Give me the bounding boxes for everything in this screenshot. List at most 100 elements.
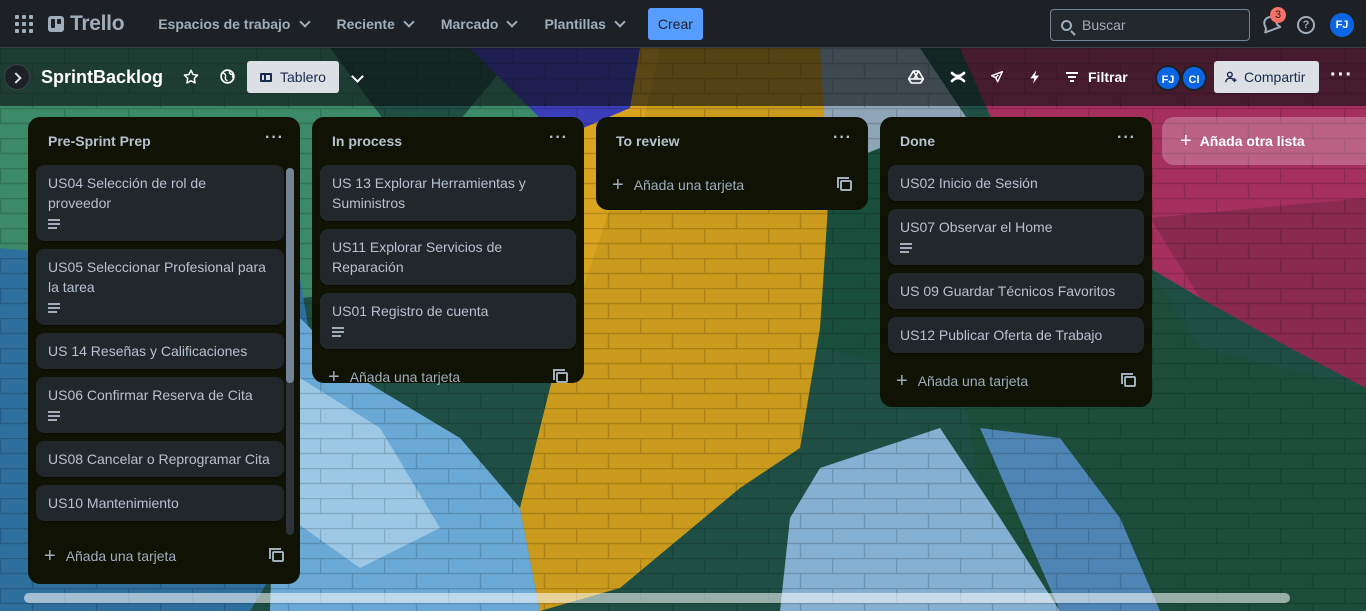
card[interactable]: US06 Confirmar Reserva de Cita — [36, 377, 284, 433]
card[interactable]: US04 Selección de rol de proveedor — [36, 165, 284, 241]
card[interactable]: US02 Inicio de Sesión — [888, 165, 1144, 201]
create-button[interactable]: Crear — [647, 7, 703, 40]
app-switcher-icon[interactable] — [12, 12, 36, 36]
card-title: US08 Cancelar o Reprogramar Cita — [48, 451, 270, 467]
plus-icon: + — [896, 370, 908, 392]
list-header: In process ··· — [320, 117, 576, 165]
plus-icon: + — [612, 174, 624, 196]
card-template-icon[interactable] — [553, 368, 568, 383]
add-card-label: Añada una tarjeta — [633, 177, 745, 193]
user-avatar[interactable]: FJ — [1330, 13, 1354, 37]
plus-icon: + — [1180, 130, 1192, 152]
card-template-icon[interactable] — [269, 547, 284, 562]
list-menu-icon[interactable]: ··· — [549, 129, 568, 147]
search-icon — [1061, 19, 1072, 31]
add-card-label: Añada una tarjeta — [917, 373, 1029, 389]
list-title[interactable]: In process — [332, 133, 402, 149]
list-menu-icon[interactable]: ··· — [833, 129, 852, 147]
card-title: US01 Registro de cuenta — [332, 303, 489, 319]
globe-icon[interactable] — [219, 68, 236, 85]
chevron-down-icon — [506, 15, 519, 28]
share-label: Compartir — [1244, 69, 1306, 85]
chevron-down-icon — [298, 15, 311, 28]
plus-icon: + — [44, 545, 56, 567]
add-list-label: Añada otra lista — [1199, 133, 1305, 149]
list-menu-icon[interactable]: ··· — [265, 129, 284, 147]
list-title[interactable]: Pre-Sprint Prep — [48, 133, 151, 149]
card-title: US 09 Guardar Técnicos Favoritos — [900, 283, 1116, 299]
board-view-button[interactable]: Tablero — [247, 61, 339, 93]
card[interactable]: US 09 Guardar Técnicos Favoritos — [888, 273, 1144, 309]
board-view-icon — [260, 72, 272, 82]
member-avatar-fj[interactable]: FJ — [1155, 65, 1181, 91]
google-drive-icon[interactable] — [908, 69, 924, 85]
board-title[interactable]: SprintBacklog — [41, 67, 163, 88]
card-title: US10 Mantenimiento — [48, 495, 179, 511]
filter-icon — [1066, 72, 1078, 82]
card[interactable]: US 14 Reseñas y Calificaciones — [36, 333, 284, 369]
add-card-button[interactable]: + Añada una tarjeta — [604, 165, 860, 205]
list-in-process: In process ··· US 13 Explorar Herramient… — [312, 117, 584, 387]
card[interactable]: US 13 Explorar Herramientas y Suministro… — [320, 165, 576, 221]
card[interactable]: US10 Mantenimiento — [36, 485, 284, 521]
trello-logo[interactable]: Trello — [48, 11, 125, 36]
share-button[interactable]: Compartir — [1214, 61, 1319, 93]
card[interactable]: US05 Seleccionar Profesional para la tar… — [36, 249, 284, 325]
confluence-icon[interactable] — [950, 69, 966, 85]
add-card-label: Añada una tarjeta — [349, 369, 461, 385]
list-header: Done ··· — [888, 117, 1144, 165]
card[interactable]: US12 Publicar Oferta de Trabajo — [888, 317, 1144, 353]
list-pre-sprint-prep: Pre-Sprint Prep ··· US04 Selección de ro… — [28, 117, 300, 584]
description-icon — [48, 303, 60, 313]
card[interactable]: US07 Observar el Home — [888, 209, 1144, 265]
card[interactable]: US08 Cancelar o Reprogramar Cita — [36, 441, 284, 477]
list-header: To review ··· — [604, 117, 860, 165]
list-menu-icon[interactable]: ··· — [1117, 129, 1136, 147]
chevron-down-icon — [403, 15, 415, 28]
board-header: SprintBacklog Tablero Filtrar FJ CI Comp… — [0, 48, 1366, 106]
nav-label: Espacios de trabajo — [158, 15, 291, 32]
card-title: US02 Inicio de Sesión — [900, 175, 1038, 191]
add-card-label: Añada una tarjeta — [65, 548, 177, 564]
list-title[interactable]: Done — [900, 133, 935, 149]
help-icon[interactable]: ? — [1297, 16, 1315, 34]
add-list-button[interactable]: + Añada otra lista — [1162, 117, 1366, 165]
description-icon — [48, 219, 60, 229]
filter-label: Filtrar — [1088, 69, 1128, 85]
add-card-button[interactable]: + Añada una tarjeta — [888, 361, 1144, 401]
card-title: US 14 Reseñas y Calificaciones — [48, 343, 248, 359]
power-ups-rocket-icon[interactable] — [989, 69, 1005, 85]
add-card-button[interactable]: + Añada una tarjeta — [320, 357, 576, 397]
view-switcher-chevron-icon[interactable] — [351, 70, 364, 83]
add-card-button[interactable]: + Añada una tarjeta — [36, 536, 292, 576]
add-member-icon — [1225, 71, 1237, 83]
list-title[interactable]: To review — [616, 133, 680, 149]
card-template-icon[interactable] — [837, 176, 852, 191]
description-icon — [900, 243, 912, 253]
nav-recent[interactable]: Reciente — [325, 8, 425, 40]
automation-bolt-icon[interactable] — [1027, 68, 1043, 86]
star-icon[interactable] — [182, 68, 200, 86]
nav-workspaces[interactable]: Espacios de trabajo — [146, 8, 320, 40]
nav-label: Plantillas — [544, 15, 606, 32]
search-input[interactable]: Buscar — [1050, 9, 1250, 41]
list-to-review: To review ··· + Añada una tarjeta — [596, 117, 868, 210]
sidebar-toggle-icon[interactable] — [4, 64, 30, 90]
card[interactable]: US11 Explorar Servicios de Reparación — [320, 229, 576, 285]
card-template-icon[interactable] — [1121, 372, 1136, 387]
board-horizontal-scrollbar[interactable] — [24, 593, 1290, 603]
nav-label: Marcado — [440, 15, 499, 32]
card[interactable]: US01 Registro de cuenta — [320, 293, 576, 349]
nav-label: Reciente — [336, 15, 395, 32]
nav-templates[interactable]: Plantillas — [532, 8, 635, 40]
nav-starred[interactable]: Marcado — [429, 8, 529, 40]
board-menu-icon[interactable]: ··· — [1330, 65, 1353, 85]
member-avatar-ci[interactable]: CI — [1181, 65, 1207, 91]
card-title: US04 Selección de rol de proveedor — [48, 175, 206, 211]
logo-text: Trello — [70, 11, 125, 35]
card-title: US07 Observar el Home — [900, 219, 1053, 235]
top-nav: Espacios de trabajo Reciente Marcado Pla… — [146, 8, 636, 40]
list-done: Done ··· US02 Inicio de Sesión US07 Obse… — [880, 117, 1152, 407]
filter-button[interactable]: Filtrar — [1066, 69, 1128, 85]
list-scrollbar[interactable] — [286, 168, 294, 535]
